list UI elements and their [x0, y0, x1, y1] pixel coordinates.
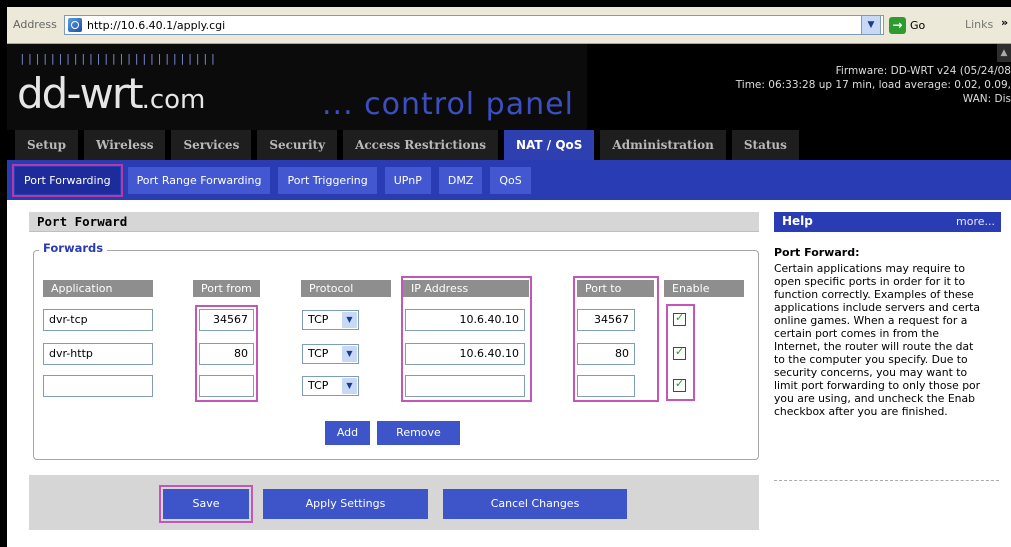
page-icon — [68, 18, 82, 32]
column-header-enable: Enable — [664, 280, 744, 297]
help-line: checkbox after you are finished. — [774, 405, 948, 418]
help-heading: Port Forward: — [774, 246, 860, 259]
enable-checkbox[interactable] — [673, 377, 686, 392]
port-from-input[interactable] — [199, 375, 254, 397]
column-header-port-from: Port from — [193, 280, 260, 297]
links-button[interactable]: Links — [965, 18, 993, 31]
protocol-select[interactable]: TCP ▼ — [302, 376, 359, 396]
ddwrt-logo: dd-wrt.com — [17, 69, 206, 118]
application-input[interactable]: dvr-http — [43, 343, 153, 365]
main-content: Port Forward Forwards Application Port f… — [7, 200, 1011, 547]
control-panel-logo: ... control panel — [322, 87, 574, 122]
go-button[interactable]: → Go — [889, 15, 925, 35]
chevron-down-icon: ▼ — [342, 346, 357, 362]
chevron-down-icon: ▼ — [342, 312, 357, 328]
subtab-dmz[interactable]: DMZ — [438, 166, 483, 194]
tab-services[interactable]: Services — [171, 130, 252, 160]
tab-administration[interactable]: Administration — [600, 130, 726, 160]
uptime-info: Time: 06:33:28 up 17 min, load average: … — [735, 79, 1011, 91]
subtab-port-range-forwarding[interactable]: Port Range Forwarding — [127, 166, 271, 194]
help-line: limit port forwarding to only those por — [774, 379, 981, 392]
cancel-changes-button[interactable]: Cancel Changes — [443, 489, 627, 519]
port-from-input[interactable]: 80 — [199, 343, 254, 365]
port-from-input[interactable]: 34567 — [199, 309, 254, 331]
scroll-up-icon[interactable]: ▲ — [997, 44, 1011, 62]
sub-navigation: Port Forwarding Port Range Forwarding Po… — [7, 160, 1011, 200]
help-line: you are using, and uncheck the Enab — [774, 392, 975, 405]
help-line: function correctly. Examples of these — [774, 288, 974, 301]
help-line: Internet, the router will route the dat — [774, 340, 974, 353]
column-header-port-to: Port to — [577, 280, 654, 297]
address-label: Address — [13, 18, 57, 31]
help-line: applications include servers and certa — [774, 301, 981, 314]
logo-ticks: |||||||||||||||||||||||||| — [19, 52, 218, 65]
port-to-input[interactable]: 80 — [577, 343, 635, 365]
port-to-input[interactable] — [577, 375, 635, 397]
help-line: online games. When a request for a — [774, 314, 968, 327]
help-more-link[interactable]: more... — [956, 215, 995, 228]
port-to-input[interactable]: 34567 — [577, 309, 635, 331]
subtab-qos[interactable]: QoS — [490, 166, 531, 194]
column-header-application: Application — [43, 280, 153, 297]
help-line: open specific ports in order for it to — [774, 275, 966, 288]
tab-status[interactable]: Status — [731, 130, 799, 160]
enable-checkbox[interactable] — [673, 311, 686, 326]
screenshot-frame: Address http://10.6.40.1/apply.cgi ▼ → G… — [0, 0, 1011, 547]
remove-button[interactable]: Remove — [377, 421, 460, 445]
help-line: security concerns, you may want to — [774, 366, 968, 379]
tab-security[interactable]: Security — [257, 130, 338, 160]
go-arrow-icon: → — [889, 16, 906, 34]
subtab-upnp[interactable]: UPnP — [384, 166, 431, 194]
subtab-port-forwarding[interactable]: Port Forwarding — [12, 163, 123, 197]
router-status-info: Firmware: DD-WRT v24 (05/24/08 Time: 06:… — [736, 64, 1011, 106]
protocol-select[interactable]: TCP ▼ — [302, 310, 359, 330]
column-header-protocol: Protocol — [301, 280, 391, 297]
help-line: Certain applications may require to — [774, 262, 965, 275]
save-button[interactable]: Save — [163, 489, 249, 519]
page-title: Port Forward — [37, 214, 128, 229]
address-input[interactable]: http://10.6.40.1/apply.cgi ▼ — [64, 15, 884, 35]
help-line: certain port comes in from the — [774, 327, 940, 340]
wan-info: WAN: Dis — [962, 93, 1011, 105]
ip-address-input[interactable]: 10.6.40.10 — [405, 343, 525, 365]
toolbar-more-icon[interactable]: » — [1001, 16, 1008, 29]
add-button[interactable]: Add — [325, 421, 370, 445]
help-title: Help — [782, 214, 813, 228]
address-url: http://10.6.40.1/apply.cgi — [87, 19, 226, 32]
ddwrt-header: |||||||||||||||||||||||||| dd-wrt.com ..… — [7, 44, 1011, 130]
application-input[interactable]: dvr-tcp — [43, 309, 153, 331]
ip-address-input[interactable] — [405, 375, 525, 397]
tab-wireless[interactable]: Wireless — [83, 130, 166, 160]
tab-access-restrictions[interactable]: Access Restrictions — [343, 130, 498, 160]
browser-address-bar: Address http://10.6.40.1/apply.cgi ▼ → G… — [7, 7, 1011, 44]
column-header-ip-address: IP Address — [403, 280, 529, 297]
tab-setup[interactable]: Setup — [15, 130, 78, 160]
ip-address-input[interactable]: 10.6.40.10 — [405, 309, 525, 331]
tab-nat-qos[interactable]: NAT / QoS — [504, 130, 595, 160]
address-dropdown-icon[interactable]: ▼ — [861, 15, 881, 35]
subtab-port-triggering[interactable]: Port Triggering — [278, 166, 377, 194]
help-header: Help more... — [774, 212, 1001, 232]
main-navigation: Setup Wireless Services Security Access … — [7, 130, 1011, 160]
help-body: Certain applications may require to open… — [774, 262, 1001, 418]
help-divider — [774, 480, 999, 481]
chevron-down-icon: ▼ — [342, 378, 357, 394]
go-label: Go — [910, 18, 926, 32]
firmware-info: Firmware: DD-WRT v24 (05/24/08 — [835, 65, 1011, 77]
forwards-legend: Forwards — [39, 241, 108, 255]
port-forward-header: Port Forward — [29, 212, 759, 232]
protocol-select[interactable]: TCP ▼ — [302, 344, 359, 364]
application-input[interactable] — [43, 375, 153, 397]
enable-checkbox[interactable] — [673, 345, 686, 360]
apply-settings-button[interactable]: Apply Settings — [263, 489, 428, 519]
help-line: to the computer you specify. Due to — [774, 353, 968, 366]
